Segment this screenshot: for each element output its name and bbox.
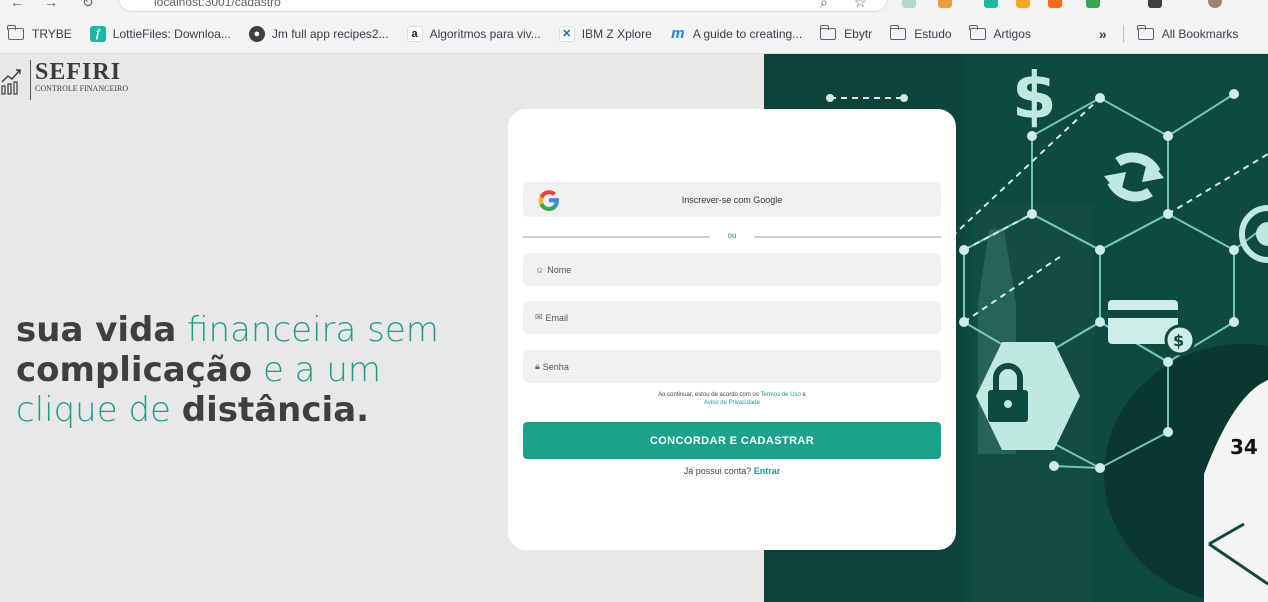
bookmark-label: Estudo (914, 26, 952, 41)
logo-text: SEFIRI CONTROLE FINANCEIRO (35, 60, 151, 94)
lock-icon: 🔒︎ (535, 361, 540, 371)
extension-icon[interactable] (902, 0, 916, 8)
folder-icon (7, 24, 24, 40)
extension-icon[interactable] (984, 0, 998, 8)
agree-and-register-button[interactable]: CONCORDAR E CADASTRAR (523, 422, 941, 459)
login-prompt: Já possui conta? Entrar (523, 466, 941, 476)
reload-icon[interactable]: ↻ (82, 0, 94, 11)
terms-of-use-link[interactable]: Termos de Uso (760, 392, 800, 398)
bookmark-label: LottieFiles: Downloa... (112, 26, 231, 41)
hero-line-1: sua vida financeira sem (16, 310, 439, 350)
hero-accent-text: financeira sem (176, 310, 439, 350)
address-url[interactable]: localhost:3001/cadastro (154, 0, 281, 9)
signup-card: Inscrever-se com Google ou ☺ ✉ 🔒︎ Ao con… (508, 109, 956, 550)
bookmark-artigos[interactable]: Artigos (968, 21, 1031, 47)
bookmark-label: All Bookmarks (1161, 26, 1239, 41)
name-input[interactable] (547, 264, 928, 275)
hero-accent-text: clique de (16, 390, 182, 430)
bookmark-label: Jm full app recipes2... (271, 26, 389, 41)
logo-divider (30, 60, 31, 100)
google-icon (538, 190, 559, 211)
bookmark-label: IBM Z Xplore (581, 26, 652, 41)
folder-icon (819, 24, 837, 40)
extension-icon[interactable] (1086, 0, 1100, 8)
bookmark-trybe[interactable]: TRYBE (7, 21, 72, 47)
hero-heading: sua vida financeira sem complicação e a … (16, 310, 439, 430)
lottiefiles-icon: ƒ (89, 25, 106, 42)
bookmark-label: Ebytr (844, 26, 873, 41)
privacy-link[interactable]: Aviso de Privacidade (704, 400, 760, 406)
all-bookmarks-button[interactable]: All Bookmarks (1137, 21, 1239, 47)
terms-and: e (800, 392, 806, 398)
bookmark-label: Artigos (993, 26, 1031, 41)
bookmarks-overflow-button[interactable]: » (1099, 26, 1107, 42)
logo-name: SEFIRI (35, 59, 122, 85)
login-link[interactable]: Entrar (754, 466, 781, 476)
browser-toolbar: ← → ↻ localhost:3001/cadastro ⌕ ☆ (0, 0, 1268, 14)
hero-line-3: clique de distância. (16, 390, 439, 430)
email-field[interactable]: ✉ (523, 301, 941, 334)
bookmark-recipes[interactable]: ● Jm full app recipes2... (248, 21, 389, 47)
extension-icon[interactable] (1016, 0, 1030, 8)
back-icon[interactable]: ← (10, 0, 24, 10)
logo-tagline: CONTROLE FINANCEIRO (35, 84, 129, 93)
google-signup-button[interactable]: Inscrever-se com Google (523, 182, 941, 217)
bookmark-lottiefiles[interactable]: ƒ LottieFiles: Downloa... (89, 21, 231, 47)
bookmark-label: Algoritmos para viv... (429, 26, 541, 41)
hero-bold-text: sua vida (16, 310, 177, 350)
login-prefix: Já possui conta? (683, 466, 754, 476)
bookmark-guide[interactable]: m A guide to creating... (670, 21, 802, 47)
extension-icon[interactable] (1148, 0, 1162, 8)
chart-logo-icon (1, 69, 21, 95)
zoom-icon[interactable]: ⌕ (820, 0, 828, 11)
extension-icon[interactable] (938, 0, 952, 8)
photo-number-label: 34 (1230, 435, 1258, 459)
star-icon[interactable]: ☆ (854, 0, 867, 11)
m-icon: m (671, 25, 685, 42)
bookmark-label: TRYBE (32, 26, 72, 41)
ibm-icon: ✕ (558, 25, 575, 42)
github-icon: ● (248, 25, 265, 42)
logo[interactable]: SEFIRI CONTROLE FINANCEIRO (0, 60, 151, 100)
password-field[interactable]: 🔒︎ (523, 350, 941, 383)
bookmark-algoritmos[interactable]: a Algoritmos para viv... (406, 21, 541, 47)
hero-accent-text: e a um (252, 350, 381, 390)
password-input[interactable] (542, 361, 923, 372)
bookmarks-bar: TRYBE ƒ LottieFiles: Downloa... ● Jm ful… (0, 14, 1268, 54)
svg-text:$: $ (1173, 331, 1184, 350)
folder-icon (1137, 24, 1154, 40)
bookmark-ibm[interactable]: ✕ IBM Z Xplore (558, 21, 652, 47)
folder-icon (968, 24, 986, 40)
bookmark-estudo[interactable]: Estudo (889, 21, 952, 47)
divider-line (754, 236, 941, 238)
amazon-icon: a (406, 25, 423, 42)
forward-icon[interactable]: → (44, 0, 58, 10)
dollar-icon: $ (1012, 60, 1057, 134)
hero-line-2: complicação e a um (16, 350, 439, 390)
user-icon: ☺ (535, 264, 545, 275)
terms-text: Ao continuar, estou de acordo com os Ter… (523, 391, 941, 407)
email-input[interactable] (545, 312, 926, 323)
or-divider: ou (523, 231, 941, 243)
name-field[interactable]: ☺ (523, 253, 941, 286)
extension-icon[interactable] (1048, 0, 1062, 8)
hero-bold-text: complicação (16, 350, 253, 390)
avatar[interactable] (1208, 0, 1222, 8)
bookmark-label: A guide to creating... (692, 26, 803, 41)
bookmark-ebytr[interactable]: Ebytr (819, 21, 873, 47)
page: SEFIRI CONTROLE FINANCEIRO sua vida fina… (0, 54, 1268, 602)
terms-prefix: Ao continuar, estou de acordo com os (658, 392, 761, 398)
hero-bold-text: distância. (181, 390, 370, 430)
mail-icon: ✉ (535, 312, 543, 322)
bookmarks-divider (1122, 24, 1124, 43)
folder-icon (889, 24, 907, 40)
google-signup-label: Inscrever-se com Google (681, 194, 783, 205)
